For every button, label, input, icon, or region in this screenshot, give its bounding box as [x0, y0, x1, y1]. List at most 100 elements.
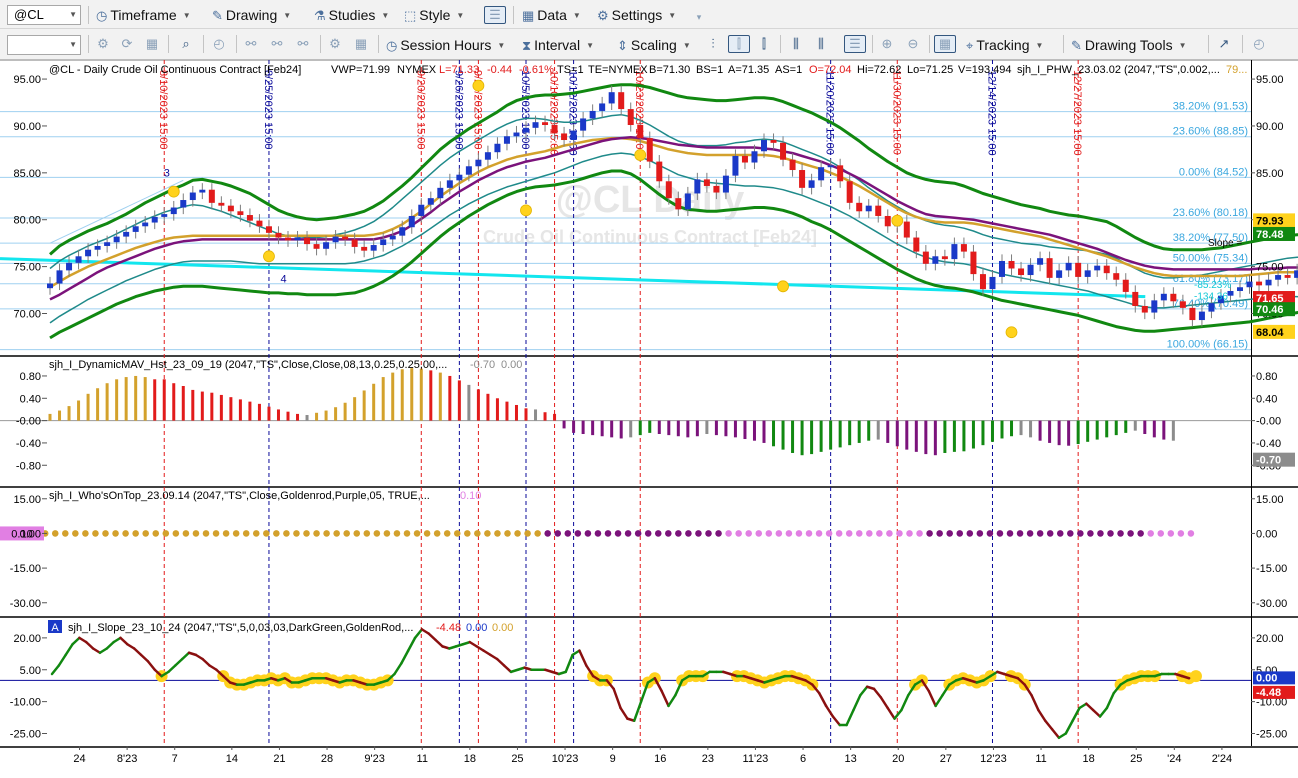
candle-body [494, 143, 501, 153]
indicator-settings-icon[interactable]: ⚙ [326, 35, 344, 53]
candle-body [846, 181, 853, 203]
x-tick-label: 28 [321, 753, 333, 765]
trend-dot [976, 530, 984, 537]
fib-percent-annotation: -85.23% [1194, 280, 1231, 291]
candle-body [1198, 311, 1205, 321]
candle-body [503, 136, 510, 144]
candle-body [970, 251, 977, 275]
trend-dot [242, 530, 250, 537]
trendline-icon[interactable]: ↗ [1215, 35, 1233, 53]
trend-dot [765, 530, 773, 537]
columns-icon[interactable]: ⫼ [812, 35, 830, 53]
trend-dot [373, 530, 381, 537]
histogram-bar [429, 370, 433, 421]
candle-body [132, 226, 139, 232]
price-label: 79.93 [1256, 215, 1284, 227]
candle-body [1189, 307, 1196, 321]
scaling-menu[interactable]: ⇕ Scaling ▼ [617, 35, 691, 55]
trend-dot [142, 530, 149, 537]
histogram-bar [372, 383, 376, 421]
trend-dot [182, 530, 190, 537]
chevron-down-icon: ▼ [1178, 41, 1187, 50]
trend-dot [1147, 530, 1154, 537]
chart-background [0, 60, 1298, 778]
speedometer-icon[interactable]: ◴ [1250, 35, 1268, 53]
candle-body [837, 165, 844, 182]
chevron-down-icon: ▼ [668, 11, 677, 20]
bar-chart-icon[interactable]: ⫶ [704, 35, 722, 53]
interval-input[interactable]: ▼ [7, 35, 81, 55]
candle-body [608, 92, 615, 104]
timeframe-menu[interactable]: ◷ Timeframe ▼ [96, 5, 191, 25]
histogram-bar [1038, 420, 1042, 441]
x-tick-label: 14 [226, 753, 238, 765]
trend-dot [152, 530, 160, 537]
histogram-bar [800, 420, 804, 456]
scan-icon[interactable]: ⚯ [268, 35, 286, 53]
x-tick-label: 25 [511, 753, 523, 765]
compare-icon[interactable]: ⚯ [294, 35, 312, 53]
trend-dot [896, 530, 903, 537]
zoom-out-icon[interactable]: ⊖ [904, 35, 922, 53]
layout-icon[interactable]: ☰ [484, 6, 506, 24]
tracking-menu[interactable]: ⌖ Tracking ▼ [966, 35, 1043, 55]
trend-dot [1006, 530, 1014, 537]
chevron-down-icon: ▼ [182, 11, 191, 20]
drawing-tools-menu[interactable]: ✎ Drawing Tools ▼ [1071, 35, 1187, 55]
trend-dot [695, 530, 702, 537]
speedometer-icon[interactable]: ◴ [210, 35, 228, 53]
link-icon[interactable]: ⚙ [94, 35, 112, 53]
symbol-input[interactable]: @CL ▼ [7, 5, 81, 25]
slope-zero-label: 0.00 [1256, 672, 1277, 684]
trend-dot [132, 530, 139, 537]
histogram-bar [486, 393, 490, 421]
histogram-bar [1019, 420, 1023, 436]
grid-settings-icon[interactable]: ▦ [352, 35, 370, 53]
trend-dot [1137, 530, 1144, 537]
data-menu[interactable]: ▦ Data ▼ [522, 5, 581, 25]
y-tick-label-right: -15.00 [1256, 563, 1287, 575]
zoom-data-icon[interactable]: ⌕ [177, 35, 195, 53]
histogram-bar [124, 377, 128, 421]
x-tick-label: 9'23 [364, 753, 384, 765]
ohlc-icon[interactable]: ⫿ [755, 35, 773, 53]
panes-icon[interactable]: ☰ [844, 35, 866, 53]
header-open: O=72.04 [809, 64, 852, 76]
histogram-bar [200, 391, 204, 421]
candle-body [1227, 290, 1234, 296]
trend-dot [333, 530, 340, 537]
trend-dot [293, 530, 300, 537]
table-icon[interactable]: ▦ [143, 35, 161, 53]
chevron-down-icon: ▼ [456, 11, 465, 20]
histogram-bar [752, 420, 756, 441]
histogram-bar [391, 372, 395, 421]
candle-body [675, 198, 682, 210]
refresh-icon[interactable]: ⟳ [118, 35, 136, 53]
grid-toggle-icon[interactable]: ▦ [934, 35, 956, 53]
candlestick-icon[interactable]: ⫿ [728, 35, 750, 53]
studies-menu[interactable]: ⚗ Studies ▼ [314, 5, 389, 25]
candle-body [761, 140, 767, 152]
candle-body [1170, 293, 1177, 302]
chart-area[interactable]: @CL Daily Crude Oil Continuous Contract … [0, 60, 1298, 778]
bars-icon[interactable]: ⫼ [787, 35, 805, 53]
header-ask-size: AS=1 [775, 64, 802, 76]
session-hours-menu[interactable]: ◷ Session Hours ▼ [386, 35, 505, 55]
interval-menu[interactable]: ⧗ Interval ▼ [522, 35, 594, 55]
overflow-icon[interactable]: ▾ [690, 8, 708, 26]
candle-body [1037, 258, 1044, 265]
histogram-bar [381, 377, 385, 421]
fib-level-label: 100.00% (66.15) [1167, 339, 1248, 351]
trend-dot [62, 530, 69, 537]
candle-body [818, 167, 825, 181]
pattern-icon[interactable]: ⚯ [242, 35, 260, 53]
drawing-menu[interactable]: ✎ Drawing ▼ [212, 5, 291, 25]
histogram-bar [610, 420, 614, 438]
fib-level-label: 23.60% (80.18) [1173, 207, 1248, 219]
candle-body [285, 237, 291, 241]
histogram-bar [467, 384, 471, 421]
trend-dot [252, 530, 260, 537]
zoom-in-icon[interactable]: ⊕ [878, 35, 896, 53]
style-menu[interactable]: ⬚ Style ▼ [404, 5, 464, 25]
settings-menu[interactable]: ⚙ Settings ▼ [597, 5, 676, 25]
